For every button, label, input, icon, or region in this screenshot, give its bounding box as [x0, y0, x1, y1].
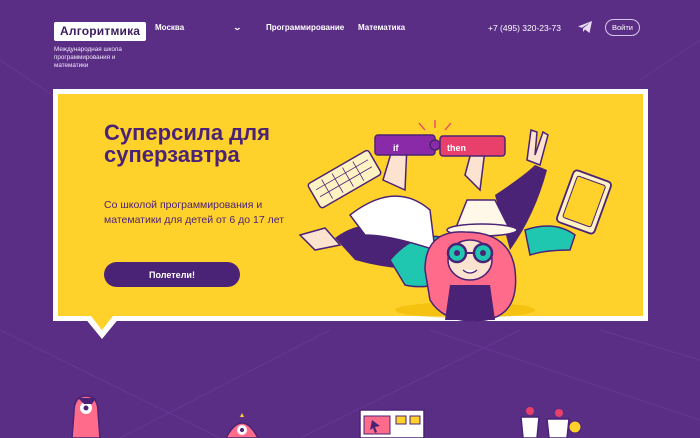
puzzle-then-label: then: [447, 143, 466, 153]
city-label: Москва: [155, 23, 185, 32]
hero-illustration: if then: [298, 120, 612, 322]
site-header: Алгоритмика Международная школа программ…: [0, 0, 700, 80]
phone-number[interactable]: +7 (495) 320-23-73: [488, 23, 561, 33]
monster-character-icon: [71, 395, 101, 438]
logo-tagline: Международная школа программирования и м…: [54, 46, 122, 69]
chevron-down-icon: ⌄: [232, 23, 243, 32]
nav-programming[interactable]: Программирование: [266, 23, 344, 32]
hero-title: Суперсила для суперзавтра: [104, 120, 270, 167]
login-button[interactable]: Войти: [605, 19, 640, 36]
hero-speech-tail-fill: [91, 316, 113, 330]
hero-subtitle: Со школой программирования и математики …: [104, 199, 285, 226]
city-selector[interactable]: Москва ⌄: [155, 23, 243, 32]
nav-math[interactable]: Математика: [358, 23, 405, 32]
mugs-characters-icon: [520, 407, 582, 438]
telegram-icon[interactable]: [577, 20, 593, 34]
cta-button[interactable]: Полетели!: [104, 262, 240, 287]
eye-character-icon: [225, 413, 259, 438]
computer-window-icon: [359, 409, 425, 438]
logo[interactable]: Алгоритмика: [54, 22, 147, 41]
